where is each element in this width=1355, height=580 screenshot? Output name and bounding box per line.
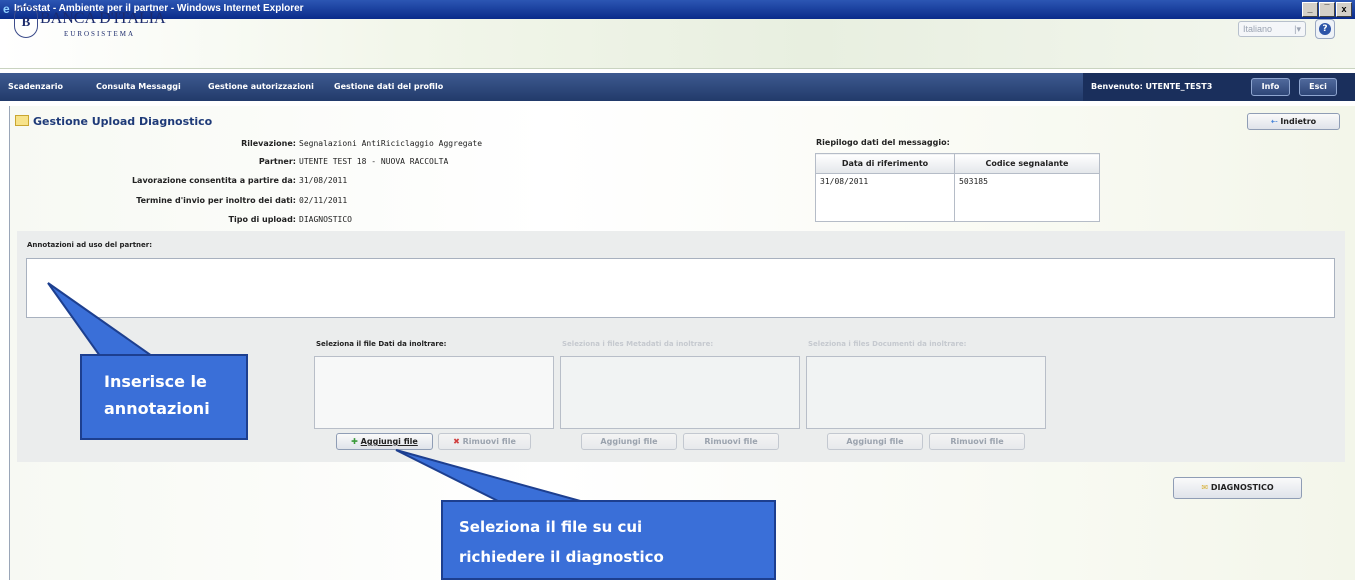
annotations-callout-line: Inserisce le <box>104 372 207 391</box>
callout-pointers <box>47 282 585 503</box>
file-callout-line: richiedere il diagnostico <box>459 548 664 566</box>
file-callout-line: Seleziona il file su cui <box>459 518 643 536</box>
annotation-callout-pointer <box>47 282 156 357</box>
file-callout: Seleziona il file su cui richiedere il d… <box>441 500 776 580</box>
annotations-callout: Inserisce le annotazioni <box>80 354 248 440</box>
annotations-callout-line: annotazioni <box>104 399 210 418</box>
file-callout-pointer <box>395 449 585 503</box>
